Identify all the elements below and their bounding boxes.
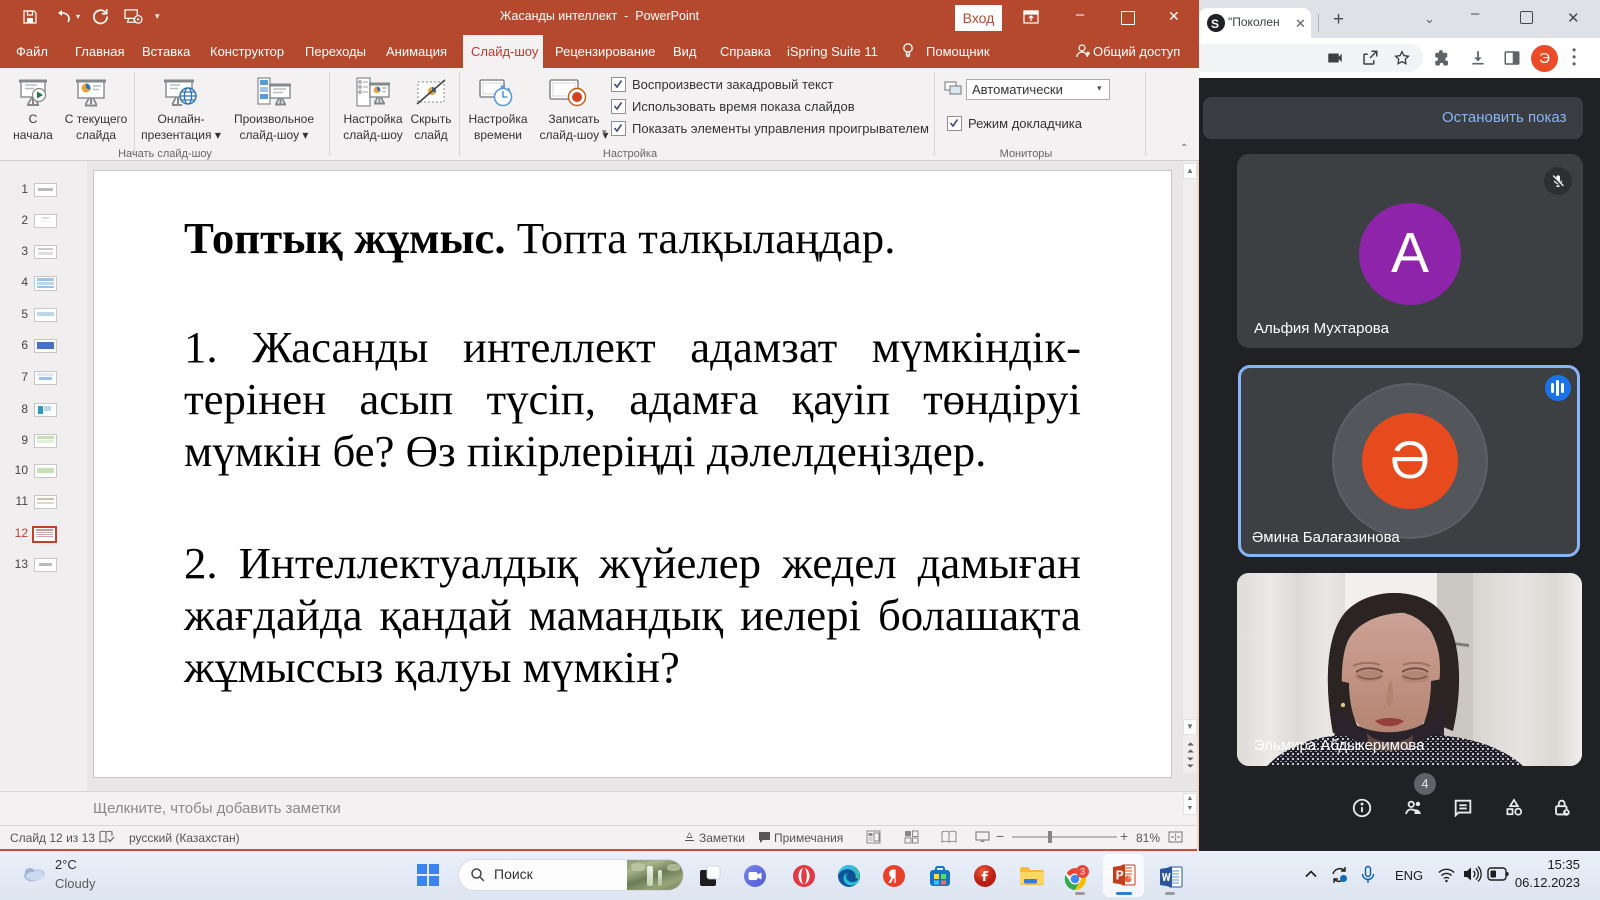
svg-text:3: 3 <box>1080 867 1085 877</box>
